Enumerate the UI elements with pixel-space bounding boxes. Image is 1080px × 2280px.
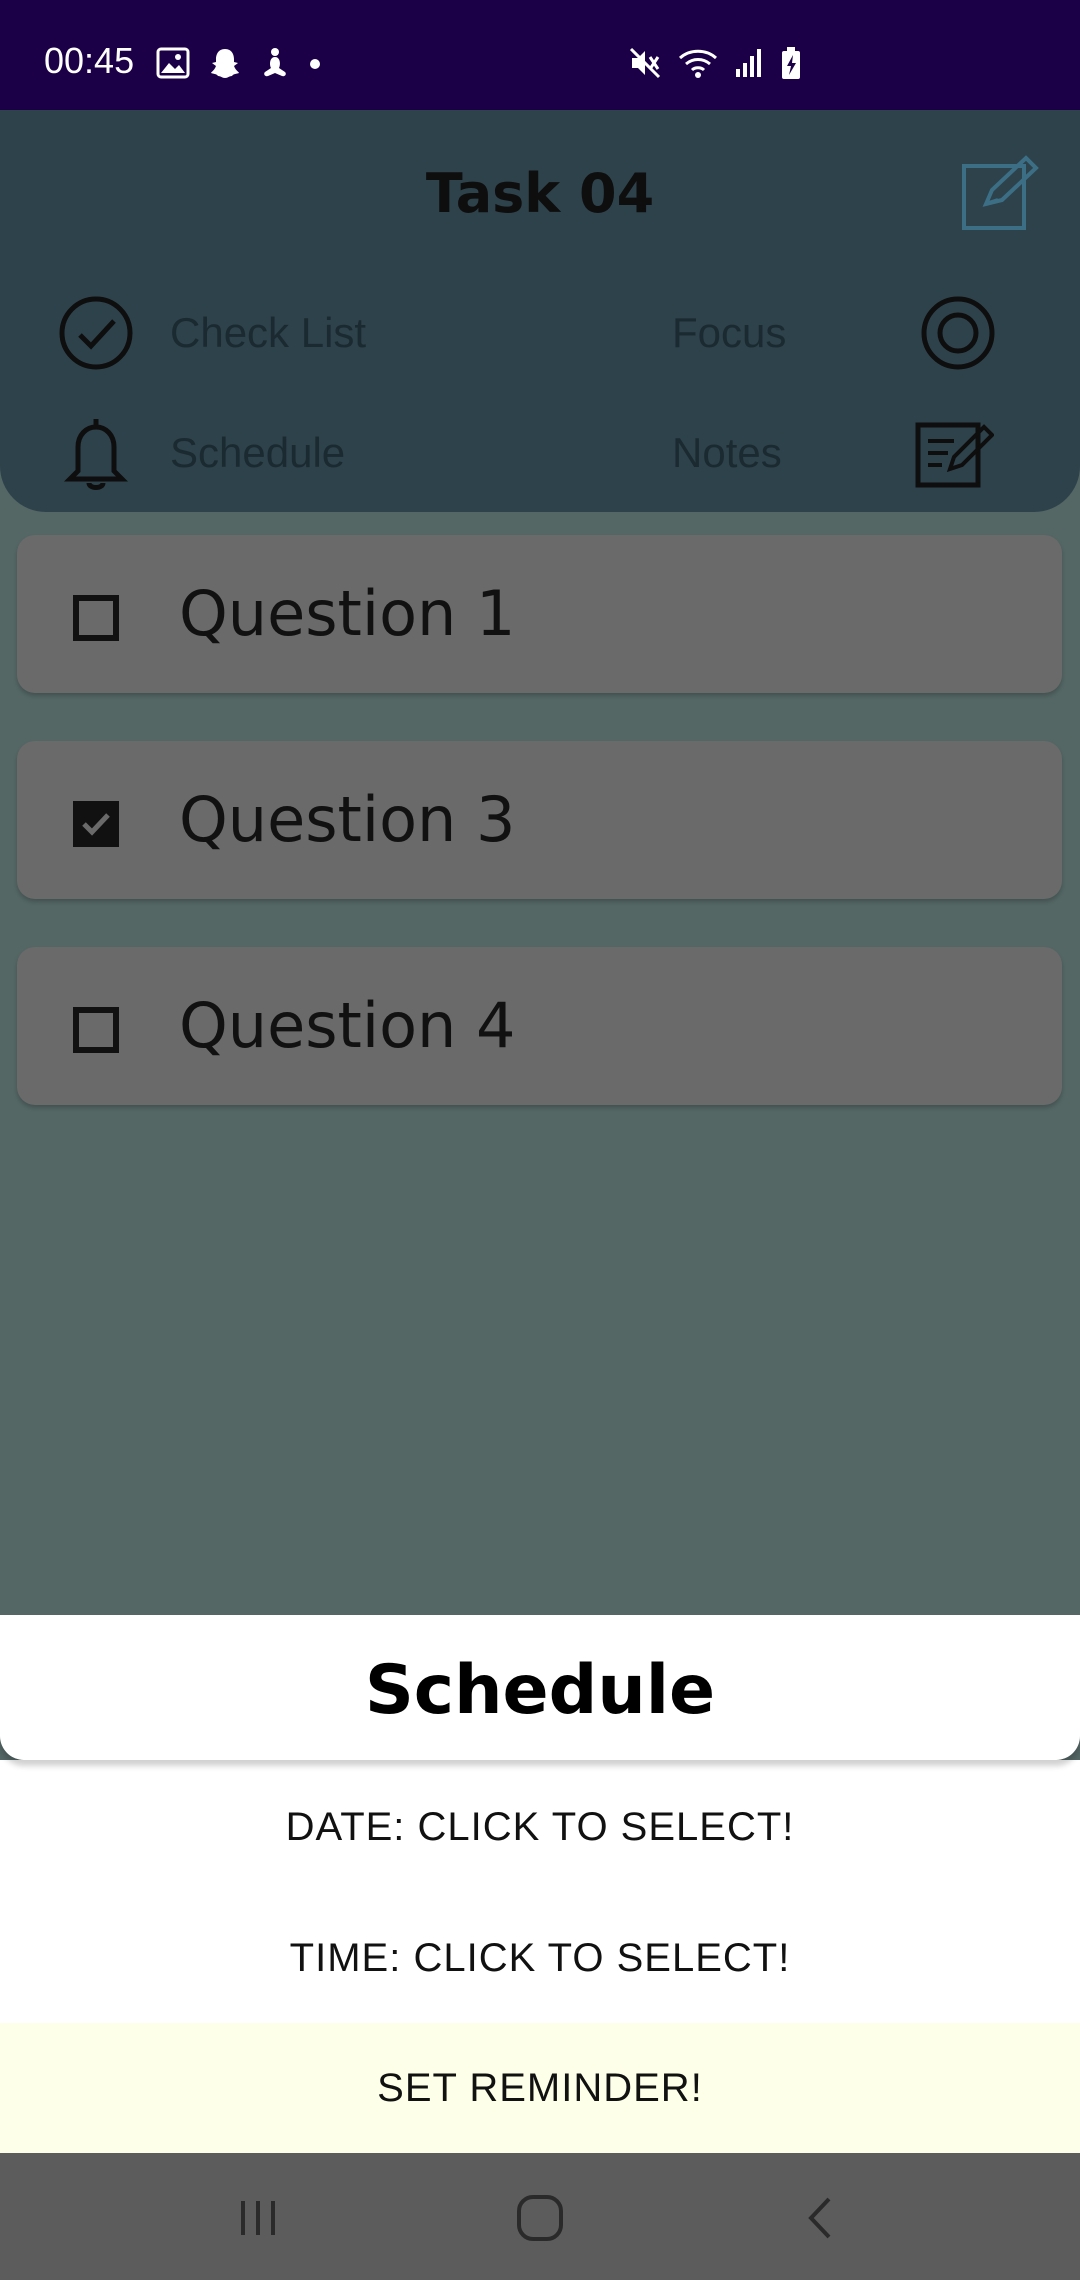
status-left-icons (156, 46, 322, 84)
snapchat-icon (208, 46, 242, 84)
schedule-button[interactable]: Schedule (56, 408, 345, 498)
notes-icon (914, 413, 994, 493)
question-card-1[interactable]: Question 1 (17, 535, 1062, 693)
edit-button[interactable] (958, 152, 1042, 236)
schedule-label: Schedule (170, 429, 346, 476)
recent-apps-button[interactable] (218, 2183, 298, 2253)
schedule-sheet-header: Schedule (0, 1615, 1080, 1760)
time-select-button[interactable]: TIME: CLICK TO SELECT! (0, 1893, 1080, 2023)
question-label: Question 1 (179, 577, 516, 650)
dot-icon (308, 56, 322, 75)
status-bar: 00:45 (0, 0, 1080, 110)
sheet-title: Schedule (364, 1651, 716, 1730)
question-card-2[interactable]: Question 3 (17, 741, 1062, 899)
page-title: Task 04 (425, 162, 655, 225)
check-icon (82, 813, 110, 836)
checklist-label: Check List (170, 309, 367, 356)
meditation-icon (260, 46, 290, 84)
recent-apps-icon (241, 2201, 275, 2235)
checkbox-unchecked[interactable] (73, 595, 119, 641)
home-button[interactable] (500, 2183, 580, 2253)
task-header: Task 04 Check List Focus Schedule Notes (0, 110, 1080, 512)
question-label: Question 4 (179, 989, 516, 1062)
checkbox-checked[interactable] (73, 801, 119, 847)
notes-label: Notes (672, 429, 782, 476)
date-select-button[interactable]: DATE: CLICK TO SELECT! (0, 1762, 1080, 1892)
mute-icon (628, 46, 662, 84)
bell-icon (56, 413, 136, 493)
battery-icon (780, 46, 802, 84)
set-reminder-button[interactable]: SET REMINDER! (0, 2023, 1080, 2153)
checklist-button[interactable]: Check List (56, 288, 366, 378)
focus-target-icon (918, 293, 998, 373)
menu-row-2: Schedule Notes (0, 408, 1080, 498)
check-circle-icon (56, 293, 136, 373)
image-icon (156, 47, 190, 83)
checkbox-unchecked[interactable] (73, 1007, 119, 1053)
wifi-icon (678, 46, 718, 84)
status-time: 00:45 (44, 40, 135, 81)
signal-icon (734, 47, 764, 83)
notes-button[interactable]: Notes (672, 408, 994, 498)
focus-button[interactable]: Focus (672, 288, 998, 378)
question-label: Question 3 (179, 783, 516, 856)
edit-icon (962, 155, 1039, 230)
status-right-icons (628, 46, 802, 84)
menu-row-1: Check List Focus (0, 288, 1080, 378)
question-card-3[interactable]: Question 4 (17, 947, 1062, 1105)
back-button[interactable] (782, 2183, 862, 2253)
back-icon (808, 2197, 831, 2239)
navigation-bar (0, 2153, 1080, 2280)
focus-label: Focus (672, 309, 787, 356)
home-icon (517, 2195, 563, 2241)
